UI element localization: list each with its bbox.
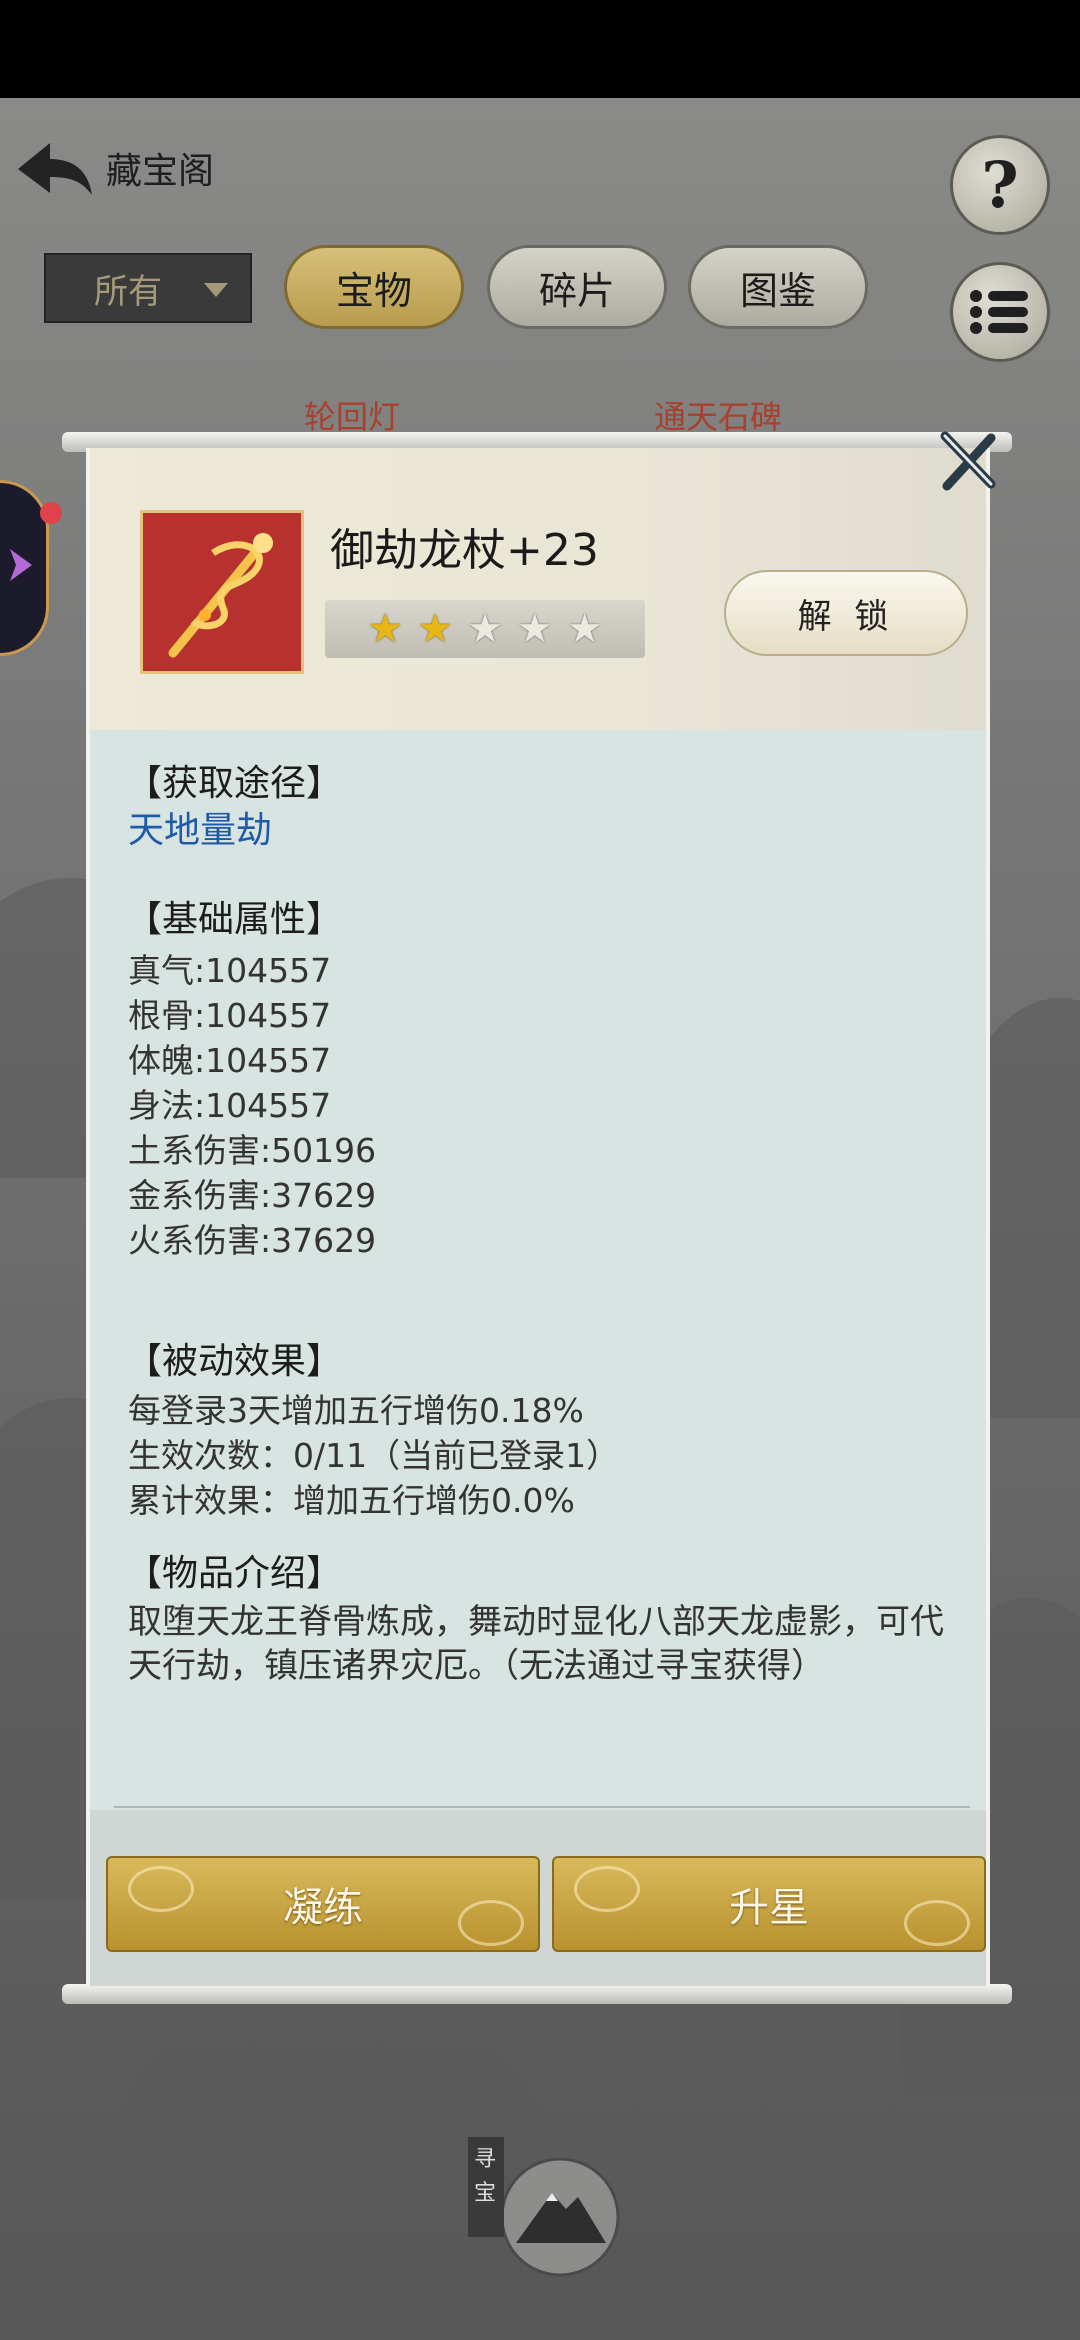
status-bar [0, 0, 1080, 98]
back-button[interactable] [10, 135, 100, 205]
passive-section-title: 【被动效果】 [126, 1341, 343, 1382]
list-icon [970, 290, 1028, 334]
intro-section-title: 【物品介绍】 [126, 1553, 343, 1594]
star-filled-icon: ★ [417, 606, 454, 652]
passive-line: 生效次数：0/11（当前已登录1） [128, 1436, 620, 1475]
chevron-down-icon [204, 283, 228, 297]
close-icon [940, 431, 996, 491]
cloud-ornament-icon [128, 1866, 194, 1912]
item-detail-dialog: 御劫龙杖+23 ★ ★ ★ ★ ★ 解 锁 【获取途径】 天地量劫 【基础属性】… [86, 448, 990, 1986]
scroll-bottom-rod [62, 1984, 1012, 2004]
star-filled-icon: ★ [367, 606, 404, 652]
tab-fragments[interactable]: 碎片 [487, 245, 667, 329]
attribute-line: 火系伤害:37629 [128, 1221, 377, 1260]
star-empty-icon: ★ [566, 606, 603, 652]
star-empty-icon: ★ [467, 606, 503, 652]
attribute-line: 体魄:104557 [128, 1041, 332, 1080]
notification-dot [40, 502, 62, 524]
chevron-right-icon [10, 549, 32, 581]
refine-button[interactable]: 凝练 [106, 1856, 540, 1952]
passive-line: 每登录3天增加五行增伤0.18% [128, 1391, 584, 1430]
source-section-title: 【获取途径】 [126, 763, 343, 804]
treasure-hunt-button[interactable]: 寻宝 [462, 2125, 622, 2285]
attributes-section-title: 【基础属性】 [126, 899, 343, 940]
attribute-line: 土系伤害:50196 [128, 1131, 377, 1170]
refine-label: 凝练 [283, 1885, 363, 1931]
cloud-ornament-icon [574, 1866, 640, 1912]
passive-line: 累计效果：增加五行增伤0.0% [128, 1481, 575, 1520]
attribute-line: 根骨:104557 [128, 996, 332, 1035]
source-link[interactable]: 天地量劫 [128, 808, 272, 853]
filter-dropdown[interactable]: 所有 [44, 253, 252, 323]
star-up-label: 升星 [729, 1885, 809, 1931]
dragon-staff-icon [143, 513, 301, 671]
tab-collection[interactable]: 图鉴 [688, 245, 868, 329]
star-up-button[interactable]: 升星 [552, 1856, 986, 1952]
page-title: 藏宝阁 [106, 151, 215, 192]
unlock-button[interactable]: 解 锁 [724, 570, 968, 656]
attribute-line: 真气:104557 [128, 951, 332, 990]
tab-treasure[interactable]: 宝物 [284, 245, 464, 329]
item-description: 取堕天龙王脊骨炼成，舞动时显化八部天龙虚影，可代天行劫，镇压诸界灾厄。（无法通过… [128, 1602, 944, 1686]
cloud-ornament-icon [458, 1900, 524, 1946]
item-name: 御劫龙杖+23 [330, 525, 599, 576]
help-button[interactable]: ? [950, 135, 1050, 235]
divider [114, 1806, 970, 1808]
filter-selected: 所有 [94, 271, 162, 312]
close-button[interactable] [935, 428, 1001, 494]
attribute-line: 金系伤害:37629 [128, 1176, 377, 1215]
question-mark-icon: ? [981, 147, 1019, 223]
attribute-line: 身法:104557 [128, 1086, 332, 1125]
star-rating: ★ ★ ★ ★ ★ [325, 600, 645, 658]
item-icon [140, 510, 304, 674]
cloud-ornament-icon [904, 1900, 970, 1946]
back-arrow-icon [18, 143, 92, 195]
star-empty-icon: ★ [516, 606, 553, 652]
menu-button[interactable] [950, 262, 1050, 362]
treasure-hunt-label: 寻宝 [474, 2147, 497, 2206]
